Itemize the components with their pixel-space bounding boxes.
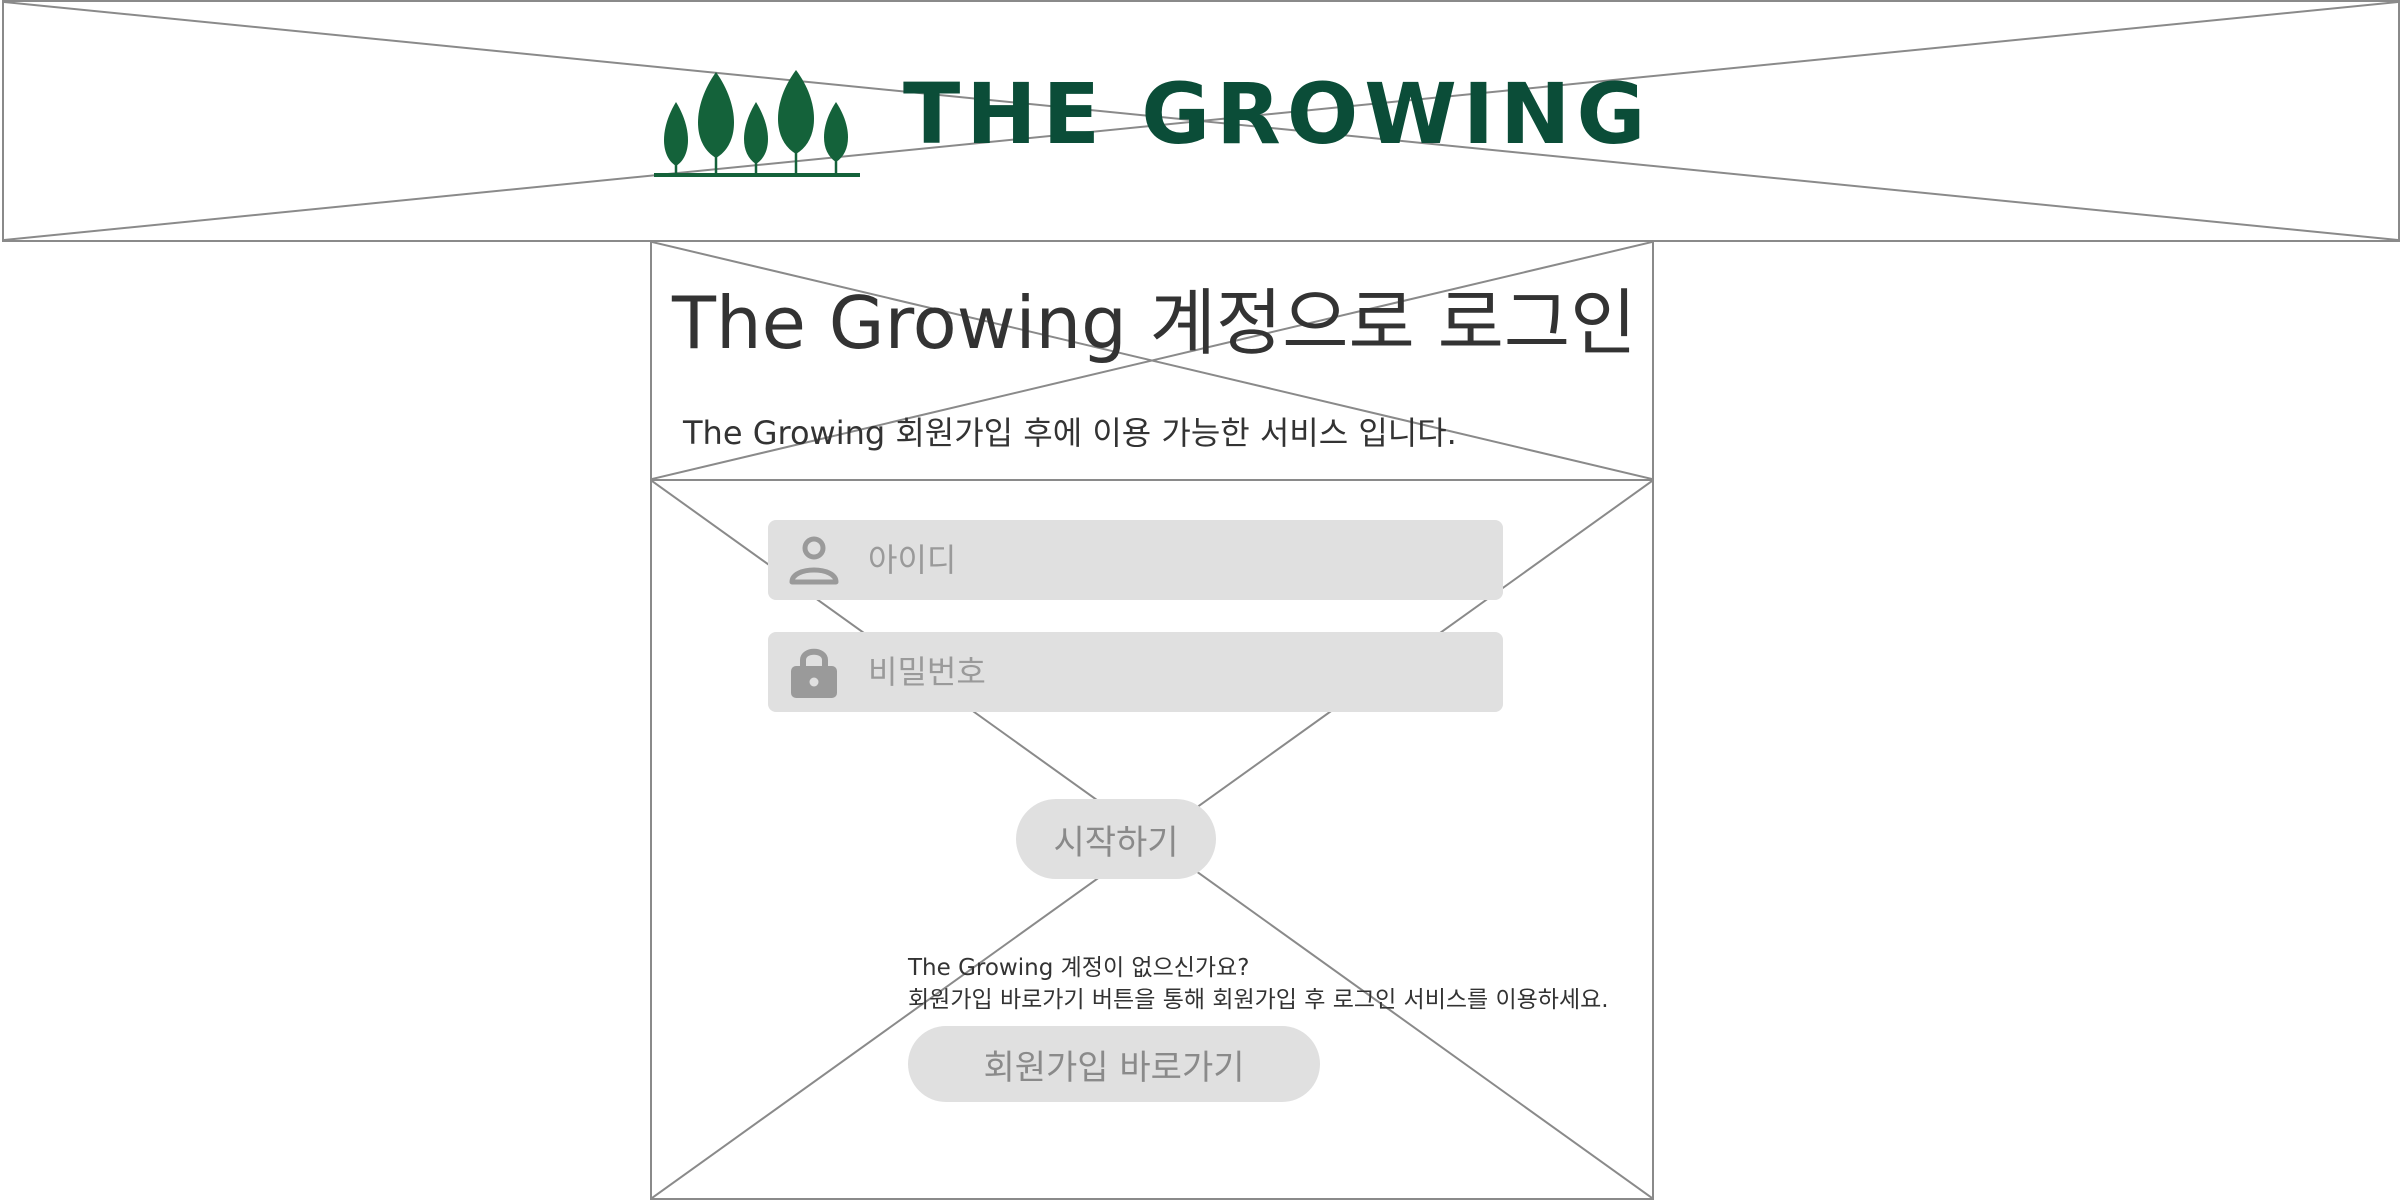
five-trees-icon bbox=[654, 70, 860, 177]
brand-name: THE GROWING bbox=[903, 65, 1652, 163]
signup-instruction: 회원가입 바로가기 버튼을 통해 회원가입 후 로그인 서비스를 이용하세요. bbox=[908, 987, 1609, 1013]
password-input[interactable] bbox=[868, 632, 1468, 712]
page-title: The Growing 계정으로 로그인 bbox=[672, 281, 1637, 365]
signup-button[interactable]: 회원가입 바로가기 bbox=[908, 1026, 1320, 1102]
logo[interactable] bbox=[652, 66, 862, 186]
id-input[interactable] bbox=[868, 520, 1468, 600]
no-account-question: The Growing 계정이 없으신가요? bbox=[908, 955, 1250, 981]
user-icon bbox=[789, 536, 839, 585]
start-button[interactable]: 시작하기 bbox=[1016, 799, 1216, 879]
password-field[interactable] bbox=[768, 632, 1503, 712]
page-subtitle: The Growing 회원가입 후에 이용 가능한 서비스 입니다. bbox=[683, 414, 1457, 452]
id-field[interactable] bbox=[768, 520, 1503, 600]
lock-icon bbox=[791, 648, 837, 698]
